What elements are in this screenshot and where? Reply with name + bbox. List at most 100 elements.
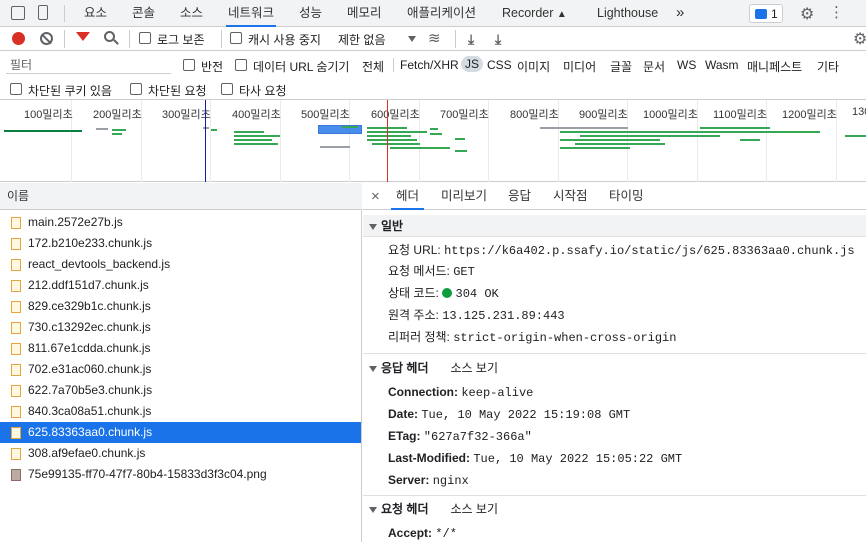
inspect-element-icon[interactable] [11, 6, 25, 20]
response-header-row: Server: nginx [388, 469, 469, 491]
issues-button[interactable]: 1 [749, 4, 783, 23]
type-filter-other[interactable]: 기타 [817, 58, 839, 75]
waterfall-bar [560, 147, 630, 149]
throttling-select[interactable]: 제한 없음 [338, 31, 422, 47]
response-header-row: ETag: "627a7f32-366a" [388, 425, 532, 447]
request-row[interactable]: 75e99135-ff70-47f7-80b4-15833d3f3c04.png [0, 464, 361, 485]
request-name: 811.67e1cdda.chunk.js [28, 341, 151, 355]
waterfall-bar [540, 127, 628, 129]
request-detail-panel: × 헤더 미리보기 응답 시작점 타이밍 일반 요청 URL: https://… [363, 183, 866, 542]
invert-checkbox[interactable] [183, 59, 195, 74]
view-source-link[interactable]: 소스 보기 [451, 502, 499, 516]
js-file-icon [11, 280, 21, 292]
more-options-icon[interactable]: ⋮ [829, 4, 844, 21]
response-headers-section-header[interactable]: 응답 헤더 소스 보기 [369, 357, 498, 379]
status-code-row: 상태 코드: 304 OK [388, 282, 499, 304]
request-row[interactable]: 840.3ca08a51.chunk.js [0, 401, 361, 422]
request-row[interactable]: 702.e31ac060.chunk.js [0, 359, 361, 380]
request-row[interactable]: 212.ddf151d7.chunk.js [0, 275, 361, 296]
tick-label: 300밀리초 [162, 109, 211, 121]
tick-label: 700밀리초 [440, 109, 489, 121]
tab-network[interactable]: 네트워크 [226, 0, 277, 27]
js-file-icon [11, 322, 21, 334]
more-tabs-button[interactable]: » [676, 0, 684, 26]
record-icon[interactable] [12, 32, 25, 45]
tab-sources[interactable]: 소스 [180, 0, 203, 26]
js-file-icon [11, 364, 21, 376]
request-row[interactable]: main.2572e27b.js [0, 212, 361, 233]
referrer-policy-value: strict-origin-when-cross-origin [453, 331, 677, 345]
filter-input[interactable]: 필터 [6, 56, 171, 74]
waterfall-bar [342, 126, 358, 128]
tab-lighthouse[interactable]: Lighthouse [597, 0, 658, 26]
dom-content-loaded-marker [205, 100, 206, 182]
waterfall-bar [320, 146, 350, 148]
disable-cache-checkbox[interactable] [230, 32, 242, 47]
referrer-policy-label: 리퍼러 정책: [388, 330, 450, 344]
network-overview[interactable]: 100밀리초 200밀리초 300밀리초 400밀리초 500밀리초 600밀리… [0, 100, 866, 182]
tab-memory[interactable]: 메모리 [347, 0, 382, 26]
tab-elements[interactable]: 요소 [84, 0, 107, 26]
type-filter-media[interactable]: 미디어 [563, 58, 596, 75]
tab-timing[interactable]: 타이밍 [609, 183, 644, 210]
response-header-row: Date: Tue, 10 May 2022 15:19:08 GMT [388, 403, 630, 425]
request-row[interactable]: 622.7a70b5e3.chunk.js [0, 380, 361, 401]
type-filter-fetch-xhr[interactable]: Fetch/XHR [400, 58, 459, 72]
type-filter-img[interactable]: 이미지 [517, 58, 550, 75]
tab-headers[interactable]: 헤더 [391, 183, 425, 210]
blocked-cookies-checkbox[interactable] [10, 83, 22, 98]
divider [64, 5, 65, 22]
waterfall-bar [203, 127, 209, 129]
request-row[interactable]: 829.ce329b1c.chunk.js [0, 296, 361, 317]
header-value: */* [435, 527, 457, 541]
import-har-icon[interactable]: ⤓ [468, 31, 474, 48]
blocked-requests-checkbox[interactable] [130, 83, 142, 98]
tick-label: 500밀리초 [301, 109, 350, 121]
js-file-icon [11, 343, 21, 355]
view-source-link[interactable]: 소스 보기 [451, 361, 499, 375]
request-row-selected[interactable]: 625.83363aa0.chunk.js [0, 422, 361, 443]
waterfall-bar [700, 127, 770, 129]
tab-performance[interactable]: 성능 [299, 0, 322, 26]
type-filter-js[interactable]: JS [461, 56, 484, 72]
tab-recorder[interactable]: Recorder ▲ [502, 0, 567, 26]
type-filter-ws[interactable]: WS [677, 58, 696, 72]
type-filter-doc[interactable]: 문서 [643, 58, 665, 75]
request-headers-section-header[interactable]: 요청 헤더 소스 보기 [369, 498, 498, 520]
request-name: 840.3ca08a51.chunk.js [28, 404, 152, 418]
request-row[interactable]: 172.b210e233.chunk.js [0, 233, 361, 254]
hide-data-urls-checkbox[interactable] [235, 59, 247, 74]
divider [363, 495, 866, 496]
network-conditions-icon[interactable]: ≋ [428, 29, 441, 47]
type-filter-wasm[interactable]: Wasm [705, 58, 739, 72]
request-row[interactable]: 730.c13292ec.chunk.js [0, 317, 361, 338]
type-filter-manifest[interactable]: 매니페스트 [747, 58, 802, 75]
general-section-header[interactable]: 일반 [363, 215, 866, 237]
tab-preview[interactable]: 미리보기 [441, 183, 487, 210]
request-method-value: GET [453, 265, 475, 279]
divider [393, 58, 394, 72]
tab-initiator[interactable]: 시작점 [553, 183, 588, 210]
settings-gear-icon[interactable]: ⚙ [800, 4, 814, 24]
tab-response[interactable]: 응답 [508, 183, 531, 210]
tab-console[interactable]: 콘솔 [132, 0, 155, 26]
type-filter-font[interactable]: 글꼴 [610, 58, 632, 75]
close-icon[interactable]: × [371, 183, 380, 210]
name-column-header[interactable]: 이름 [0, 183, 362, 210]
request-row[interactable]: react_devtools_backend.js [0, 254, 361, 275]
request-row[interactable]: 811.67e1cdda.chunk.js [0, 338, 361, 359]
type-filter-css[interactable]: CSS [487, 58, 512, 72]
export-har-icon[interactable]: ⤓ [495, 31, 501, 48]
filter-icon[interactable] [76, 32, 90, 41]
third-party-checkbox[interactable] [221, 83, 233, 98]
request-row[interactable]: 308.af9efae0.chunk.js [0, 443, 361, 464]
filter-bar-secondary: 차단된 쿠키 있음 차단된 요청 타사 요청 [0, 78, 866, 100]
preserve-log-checkbox[interactable] [139, 32, 151, 47]
waterfall-bar [845, 135, 866, 137]
type-filter-all[interactable]: 전체 [362, 58, 384, 75]
tab-application[interactable]: 애플리케이션 [407, 0, 476, 26]
network-settings-gear-icon[interactable]: ⚙ [853, 29, 866, 49]
tick-label: 600밀리초 [371, 109, 420, 121]
device-toolbar-icon[interactable] [38, 5, 48, 20]
request-name: 212.ddf151d7.chunk.js [28, 278, 149, 292]
